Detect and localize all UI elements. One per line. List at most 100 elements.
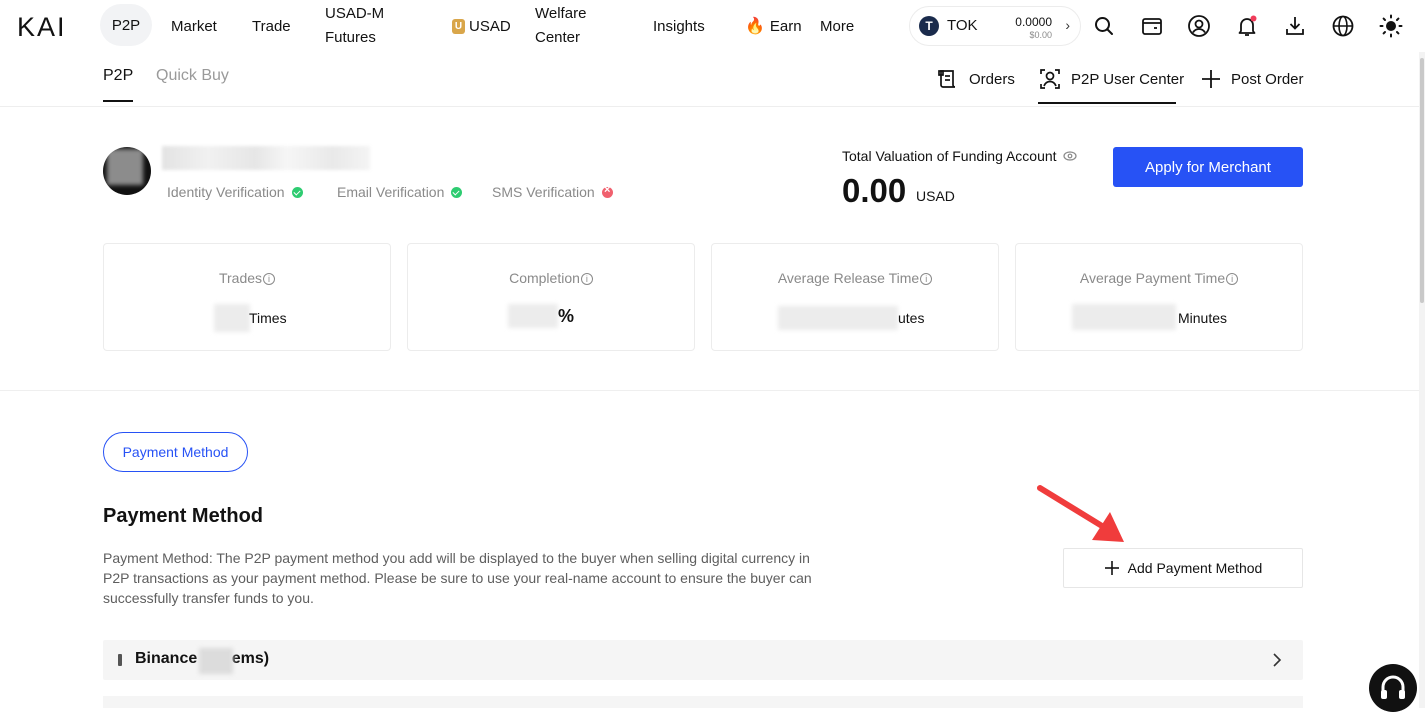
scrollbar-thumb[interactable] xyxy=(1420,58,1424,303)
nav-p2p[interactable]: P2P xyxy=(100,4,152,46)
valuation-amount: 0.00 xyxy=(842,172,907,209)
check-circle-icon xyxy=(451,186,463,198)
stat-label-row: Average Payment Time i xyxy=(1016,270,1302,286)
redacted-value xyxy=(214,304,250,332)
stat-label: Completion xyxy=(509,270,580,286)
stat-value-suffix: Times xyxy=(249,310,287,326)
valuation-unit: USAD xyxy=(916,188,955,204)
stat-label-row: Average Release Time i xyxy=(712,270,998,286)
payment-method-title: Payment Method xyxy=(103,505,264,527)
email-verification-label: Email Verification xyxy=(337,184,445,200)
download-icon[interactable] xyxy=(1283,14,1307,38)
redacted-value xyxy=(778,306,898,330)
theme-sun-icon[interactable] xyxy=(1379,14,1403,38)
nav-insights[interactable]: Insights xyxy=(653,0,705,52)
payment-method-row[interactable] xyxy=(103,696,1303,708)
top-navigation: KAI P2P Market Trade USAD-M Futures U US… xyxy=(0,0,1425,52)
apply-for-merchant-button[interactable]: Apply for Merchant xyxy=(1113,147,1303,187)
avatar xyxy=(103,147,151,195)
redacted-text xyxy=(199,648,233,674)
payment-method-name-start: Binance xyxy=(135,650,198,667)
post-order-link[interactable]: Post Order xyxy=(1200,66,1304,92)
user-center-icon xyxy=(1040,69,1060,89)
payment-method-row[interactable]: Binance ems) xyxy=(103,640,1303,680)
payment-method-name-end: ems) xyxy=(231,650,270,667)
kai-logo[interactable]: KAI xyxy=(17,12,67,43)
info-icon[interactable]: i xyxy=(263,273,276,285)
stat-label: Trades xyxy=(218,270,263,286)
info-icon[interactable]: i xyxy=(1226,273,1239,285)
nav-usad-label: USAD xyxy=(469,17,511,35)
stat-label: Average Release Time xyxy=(777,270,920,286)
tok-symbol: TOK xyxy=(947,17,978,34)
p2p-user-center-label: P2P User Center xyxy=(1071,70,1185,88)
tok-coin-icon: T xyxy=(919,16,939,36)
nav-usad-m-futures-line1: USAD-M xyxy=(325,5,385,22)
notification-bell-icon[interactable] xyxy=(1235,14,1259,38)
tab-quick-buy[interactable]: Quick Buy xyxy=(156,67,229,85)
nav-welfare-line1: Welfare xyxy=(535,5,587,22)
stat-card-average-payment-time: Average Payment Time i Minutes xyxy=(1015,243,1303,351)
nav-welfare-center[interactable]: Welfare Center xyxy=(535,2,586,50)
stat-label-row: Trades i xyxy=(104,270,390,286)
section-divider xyxy=(0,390,1419,391)
chevron-right-icon xyxy=(1273,653,1282,667)
nav-earn[interactable]: 🔥 Earn xyxy=(745,0,802,52)
annotation-arrow-icon xyxy=(1037,485,1124,542)
valuation-label: Total Valuation of Funding Account xyxy=(842,148,1057,164)
user-account-icon[interactable] xyxy=(1187,14,1211,38)
stat-value-suffix: Minutes xyxy=(1178,310,1228,326)
customer-support-button[interactable] xyxy=(1369,664,1417,712)
search-icon[interactable] xyxy=(1092,14,1116,38)
check-circle-icon xyxy=(291,186,303,198)
avatar-redacted xyxy=(107,149,143,185)
nav-market[interactable]: Market xyxy=(171,0,217,52)
nav-earn-label: Earn xyxy=(769,17,802,35)
p2p-user-center-link[interactable]: P2P User Center xyxy=(1038,66,1184,92)
tok-usd-value: $0.00 xyxy=(1029,30,1052,40)
stat-value-suffix: % xyxy=(558,306,575,326)
language-globe-icon[interactable] xyxy=(1331,14,1355,38)
tab-p2p[interactable]: P2P xyxy=(103,67,134,102)
orders-link[interactable]: Orders xyxy=(936,66,1015,92)
username-redacted xyxy=(162,146,370,170)
nav-usad[interactable]: U USAD xyxy=(452,0,511,52)
token-balance-pill[interactable]: T TOK 0.0000 $0.00 › xyxy=(909,6,1081,46)
tok-value: 0.0000 xyxy=(1015,15,1052,29)
add-payment-method-button[interactable]: Add Payment Method xyxy=(1063,548,1303,588)
eye-icon[interactable] xyxy=(1062,149,1077,163)
payment-method-description: Payment Method: The P2P payment method y… xyxy=(103,550,812,606)
flame-icon: 🔥 xyxy=(745,18,765,35)
wallet-icon[interactable] xyxy=(1140,14,1164,38)
info-icon[interactable]: i xyxy=(920,273,933,285)
stat-value-suffix: utes xyxy=(898,310,925,326)
p2p-subnav: P2P Quick Buy Orders P2P User Center Pos… xyxy=(0,52,1419,107)
orders-label: Orders xyxy=(969,70,1015,88)
plus-icon xyxy=(1202,70,1220,88)
nav-usad-m-futures[interactable]: USAD-M Futures xyxy=(325,2,384,50)
sms-verification-label: SMS Verification xyxy=(492,184,595,200)
add-payment-method-label: Add Payment Method xyxy=(1127,560,1263,576)
redacted-value xyxy=(508,304,558,328)
orders-scroll-icon xyxy=(938,70,956,88)
nav-usad-m-futures-line2: Futures xyxy=(325,29,376,46)
stat-card-average-release-time: Average Release Time i utes xyxy=(711,243,999,351)
plus-icon xyxy=(1104,561,1119,575)
post-order-label: Post Order xyxy=(1231,70,1304,88)
usad-coin-icon: U xyxy=(452,18,465,34)
stat-label-row: Completion i xyxy=(408,270,694,286)
nav-more[interactable]: More xyxy=(820,0,854,52)
row-marker xyxy=(118,654,122,666)
headset-icon xyxy=(1381,675,1405,699)
active-tab-underline xyxy=(1038,102,1176,104)
info-icon[interactable]: i xyxy=(580,273,593,285)
nav-welfare-line2: Center xyxy=(535,29,581,46)
stat-card-trades: Trades i Times xyxy=(103,243,391,351)
sms-verification-status[interactable]: SMS Verification xyxy=(492,184,613,200)
redacted-value xyxy=(1072,304,1176,330)
email-verification-status: Email Verification xyxy=(337,184,463,200)
valuation-label-row: Total Valuation of Funding Account xyxy=(842,148,1077,164)
nav-trade[interactable]: Trade xyxy=(252,0,291,52)
tab-payment-method[interactable]: Payment Method xyxy=(103,432,248,472)
x-circle-icon xyxy=(601,184,613,198)
